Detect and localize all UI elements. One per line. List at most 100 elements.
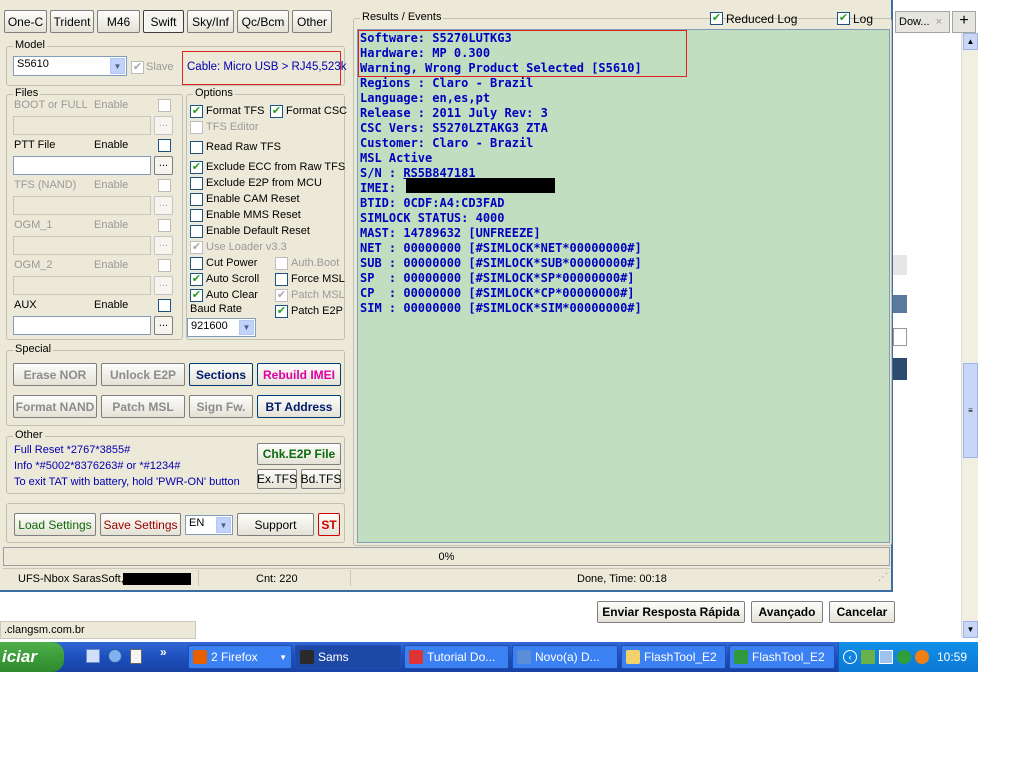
language-select[interactable]: EN ▼	[185, 515, 233, 535]
status-redaction	[123, 573, 191, 585]
quick-reply-button[interactable]: Enviar Resposta Rápida	[597, 601, 745, 623]
browse-button[interactable]: ...	[154, 156, 173, 175]
mms-reset-checkbox[interactable]	[190, 209, 203, 222]
sections-button[interactable]: Sections	[189, 363, 253, 386]
save-settings-button[interactable]: Save Settings	[100, 513, 181, 536]
auto-clear-checkbox[interactable]: ✔	[190, 289, 203, 302]
results-log[interactable]: Software: S5270LUTKG3 Hardware: MP 0.300 W…	[357, 29, 890, 543]
taskbar-item[interactable]: FlashTool_E2	[621, 645, 726, 669]
taskbar-item[interactable]: Tutorial Do...	[404, 645, 509, 669]
browse-button[interactable]: ...	[154, 196, 173, 215]
antivirus-icon[interactable]	[915, 650, 929, 664]
log-checkbox[interactable]: ✔	[837, 12, 850, 25]
enable-checkbox[interactable]	[158, 219, 171, 232]
slave-checkbox[interactable]: ✔	[131, 61, 144, 74]
ie-icon[interactable]	[108, 649, 122, 663]
rebuild-imei-button[interactable]: Rebuild IMEI	[257, 363, 341, 386]
ex-tfs-button[interactable]: Ex.TFS	[257, 469, 297, 489]
cancel-button[interactable]: Cancelar	[829, 601, 895, 623]
default-reset-checkbox[interactable]	[190, 225, 203, 238]
tab-sky-inf[interactable]: Sky/Inf	[187, 10, 234, 33]
patch-msl-button[interactable]: Patch MSL	[101, 395, 185, 418]
auth-boot-checkbox[interactable]	[275, 257, 288, 270]
chevron-down-icon[interactable]: ▼	[239, 320, 254, 335]
file-path-input[interactable]	[13, 116, 151, 135]
file-path-input[interactable]	[13, 196, 151, 215]
format-tfs-checkbox[interactable]: ✔	[190, 105, 203, 118]
tray-collapse-icon[interactable]: ‹	[843, 650, 857, 664]
exclude-ecc-checkbox[interactable]: ✔	[190, 161, 203, 174]
erase-nor-button[interactable]: Erase NOR	[13, 363, 97, 386]
browse-button[interactable]: ...	[154, 116, 173, 135]
force-msl-checkbox[interactable]	[275, 273, 288, 286]
clock: 10:59	[937, 650, 968, 664]
scroll-thumb[interactable]: ≡	[963, 363, 978, 458]
read-raw-tfs-checkbox[interactable]	[190, 141, 203, 154]
show-desktop-icon[interactable]	[86, 649, 100, 663]
unlock-e2p-button[interactable]: Unlock E2P	[101, 363, 185, 386]
chevron-down-icon[interactable]: ▼	[110, 58, 125, 74]
enable-checkbox[interactable]	[158, 179, 171, 192]
enable-checkbox[interactable]	[158, 299, 171, 312]
tab-trident[interactable]: Trident	[50, 10, 94, 33]
browser-scrollbar[interactable]: ▲ ≡ ▼	[961, 33, 978, 638]
tab-swift[interactable]: Swift	[143, 10, 184, 33]
reduced-log-checkbox[interactable]: ✔	[710, 12, 723, 25]
auto-scroll-checkbox[interactable]: ✔	[190, 273, 203, 286]
advanced-button[interactable]: Avançado	[751, 601, 823, 623]
drive-icon[interactable]	[861, 650, 875, 664]
files-label: Files	[13, 87, 41, 99]
bt-address-button[interactable]: BT Address	[257, 395, 341, 418]
cam-reset-checkbox[interactable]	[190, 193, 203, 206]
file-path-input[interactable]	[13, 316, 151, 335]
tab-other[interactable]: Other	[292, 10, 332, 33]
taskbar-item[interactable]: Novo(a) D...	[512, 645, 618, 669]
patch-msl-checkbox[interactable]: ✔	[275, 289, 288, 302]
taskbar-item[interactable]: Sams	[295, 645, 401, 669]
tab-qc-bcm[interactable]: Qc/Bcm	[237, 10, 289, 33]
scroll-down-icon[interactable]: ▼	[963, 621, 978, 638]
options-label: Options	[193, 87, 235, 99]
use-loader-checkbox[interactable]: ✔	[190, 241, 203, 254]
st-button[interactable]: ST	[318, 513, 340, 536]
resize-grip-icon[interactable]: ⋰	[878, 572, 888, 583]
load-settings-button[interactable]: Load Settings	[14, 513, 96, 536]
system-tray: ‹ 10:59	[838, 642, 978, 672]
browse-button[interactable]: ...	[154, 316, 173, 335]
browser-tab[interactable]: Dow... ×	[895, 11, 950, 33]
enable-checkbox[interactable]	[158, 139, 171, 152]
exclude-e2p-checkbox[interactable]	[190, 177, 203, 190]
tfs-editor-checkbox[interactable]	[190, 121, 203, 134]
update-icon[interactable]	[897, 650, 911, 664]
browse-button[interactable]: ...	[154, 236, 173, 255]
scroll-up-icon[interactable]: ▲	[963, 33, 978, 50]
browse-button[interactable]: ...	[154, 276, 173, 295]
taskbar-item[interactable]: 2 Firefox ▼	[188, 645, 292, 669]
start-button[interactable]: iciar	[0, 642, 64, 672]
cut-power-checkbox[interactable]	[190, 257, 203, 270]
enable-checkbox[interactable]	[158, 259, 171, 272]
sign-fw-button[interactable]: Sign Fw.	[189, 395, 253, 418]
more-arrows-icon[interactable]: »	[160, 645, 167, 659]
patch-e2p-checkbox[interactable]: ✔	[275, 305, 288, 318]
file-path-input[interactable]	[13, 276, 151, 295]
format-nand-button[interactable]: Format NAND	[13, 395, 97, 418]
chevron-down-icon[interactable]: ▼	[279, 653, 287, 662]
tab-m46[interactable]: M46	[97, 10, 140, 33]
notepad-icon[interactable]	[130, 649, 142, 664]
file-path-input[interactable]	[13, 236, 151, 255]
chevron-down-icon[interactable]: ▼	[216, 517, 231, 533]
format-csc-checkbox[interactable]: ✔	[270, 105, 283, 118]
close-icon[interactable]: ×	[936, 16, 942, 28]
new-tab-button[interactable]: +	[952, 11, 976, 33]
file-path-input[interactable]	[13, 156, 151, 175]
enable-checkbox[interactable]	[158, 99, 171, 112]
bd-tfs-button[interactable]: Bd.TFS	[301, 469, 341, 489]
network-icon[interactable]	[879, 650, 893, 664]
support-button[interactable]: Support	[237, 513, 314, 536]
chk-e2p-file-button[interactable]: Chk.E2P File	[257, 443, 341, 465]
taskbar-item[interactable]: FlashTool_E2	[729, 645, 835, 669]
model-select[interactable]: S5610 ▼	[13, 56, 127, 76]
baud-rate-select[interactable]: 921600 ▼	[187, 318, 256, 337]
tab-one-c[interactable]: One-C	[4, 10, 47, 33]
